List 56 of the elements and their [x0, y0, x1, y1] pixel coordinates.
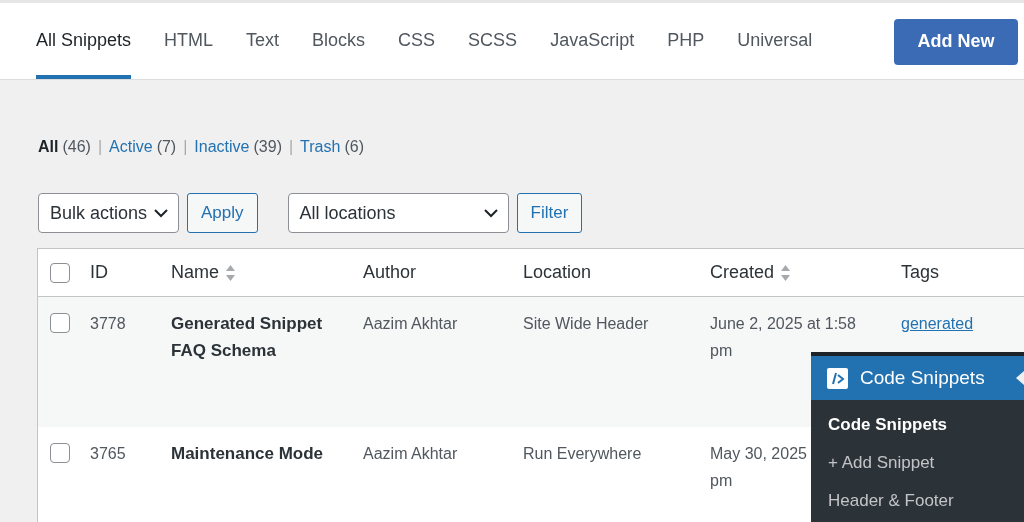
- created-date-text: pm: [710, 341, 733, 361]
- count-label: (7): [156, 138, 177, 156]
- menu-pointer-icon: [1016, 371, 1024, 385]
- snippet-name-link[interactable]: Generated Snippet FAQ Schema: [171, 310, 343, 364]
- separator: |: [288, 138, 294, 156]
- created-date-text: pm: [710, 471, 733, 491]
- separator: |: [97, 138, 103, 156]
- code-logo-icon: [827, 367, 848, 389]
- menu-item[interactable]: Code Snippets: [811, 406, 1024, 444]
- row-checkbox[interactable]: [50, 313, 70, 333]
- locations-dropdown[interactable]: All locations: [287, 193, 509, 233]
- separator: |: [183, 138, 188, 156]
- sort-icon[interactable]: [780, 263, 792, 282]
- tab[interactable]: All Snippets: [36, 3, 132, 79]
- created-date-text: June 2, 2025 at 1:58: [710, 314, 856, 334]
- status-filter-link[interactable]: Trash: [300, 138, 341, 156]
- apply-button[interactable]: Apply: [187, 193, 258, 233]
- column-header[interactable]: Name: [171, 262, 236, 283]
- tab[interactable]: Text: [246, 3, 280, 79]
- snippet-name-link[interactable]: Maintenance Mode: [171, 440, 343, 467]
- column-header[interactable]: Created: [710, 262, 792, 283]
- column-header: ID: [90, 262, 108, 283]
- location-cell: Run Everywhere: [523, 445, 642, 462]
- count-label: (6): [344, 138, 364, 156]
- author-cell: Aazim Akhtar: [363, 315, 458, 332]
- column-header: Tags: [901, 262, 940, 283]
- tag-link[interactable]: generated: [901, 315, 974, 332]
- location-cell: Site Wide Header: [523, 315, 649, 332]
- menu-item[interactable]: Header & Footer: [811, 482, 1024, 520]
- column-header: Location: [523, 262, 592, 283]
- status-filter-link[interactable]: All: [38, 138, 59, 156]
- tab[interactable]: Blocks: [312, 3, 366, 79]
- id-cell: 3765: [90, 445, 126, 462]
- select-all-checkbox[interactable]: [50, 262, 70, 283]
- count-label: (46): [62, 138, 91, 156]
- author-cell: Aazim Akhtar: [363, 445, 458, 462]
- chevron-down-icon: [154, 208, 168, 218]
- chevron-down-icon: [483, 208, 498, 218]
- add-new-button[interactable]: Add New: [894, 18, 1018, 65]
- filter-button[interactable]: Filter: [516, 193, 583, 233]
- row-checkbox[interactable]: [50, 443, 70, 463]
- tab[interactable]: HTML: [164, 3, 214, 79]
- bulk-actions-dropdown[interactable]: Bulk actions: [38, 193, 179, 233]
- tab[interactable]: SCSS: [468, 3, 518, 79]
- tab[interactable]: PHP: [667, 3, 705, 79]
- status-filter-link[interactable]: Active: [109, 138, 153, 156]
- tab[interactable]: CSS: [398, 3, 436, 79]
- count-label: (39): [253, 138, 282, 156]
- id-cell: 3778: [90, 315, 126, 332]
- column-header: Author: [363, 262, 417, 283]
- sort-icon[interactable]: [225, 263, 236, 282]
- created-date-text: May 30, 2025: [710, 444, 807, 464]
- status-filter-link[interactable]: Inactive: [194, 138, 250, 156]
- tab[interactable]: JavaScript: [550, 3, 635, 79]
- menu-item[interactable]: + Add Snippet: [811, 444, 1024, 482]
- tab[interactable]: Universal: [737, 3, 813, 79]
